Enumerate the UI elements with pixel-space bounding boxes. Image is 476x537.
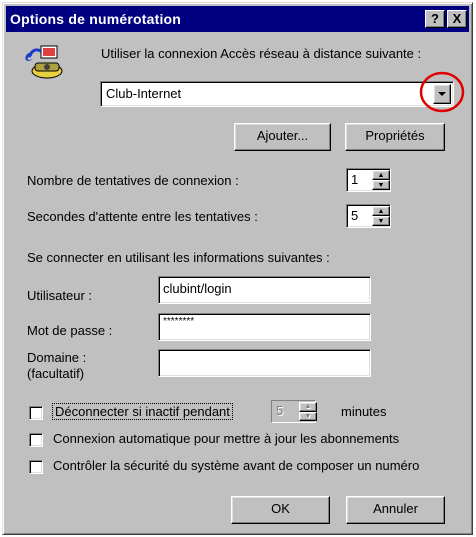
title-bar[interactable]: Options de numérotation ? X	[6, 6, 469, 32]
window-title: Options de numérotation	[10, 11, 182, 27]
idle-minutes-spinner[interactable]: ▲ ▼	[299, 402, 317, 421]
close-button[interactable]: X	[447, 10, 467, 28]
password-input[interactable]: ********	[158, 313, 371, 341]
disconnect-label: Déconnecter si inactif pendant	[52, 403, 233, 420]
attempts-label: Nombre de tentatives de connexion :	[27, 173, 239, 188]
attempts-spinner[interactable]: ▲ ▼	[372, 170, 390, 190]
user-input[interactable]: clubint/login	[158, 276, 371, 304]
auto-connect-checkbox[interactable]	[29, 433, 43, 447]
spin-up-icon[interactable]: ▲	[299, 402, 317, 412]
highlight-circle	[419, 71, 465, 113]
user-label: Utilisateur :	[27, 288, 93, 303]
password-label: Mot de passe :	[27, 323, 113, 338]
wait-label: Secondes d'attente entre les tentatives …	[27, 209, 258, 224]
help-button[interactable]: ?	[425, 10, 445, 28]
wait-spinner[interactable]: ▲ ▼	[372, 206, 390, 226]
domain-optional-label: (facultatif)	[27, 366, 85, 381]
connection-select-value: Club-Internet	[106, 86, 182, 101]
domain-input[interactable]	[158, 349, 371, 377]
spin-down-icon[interactable]: ▼	[372, 180, 390, 190]
ok-button[interactable]: OK	[231, 496, 330, 524]
minutes-label: minutes	[341, 404, 387, 419]
svg-text:e: e	[25, 46, 33, 65]
security-check-label: Contrôler la sécurité du système avant d…	[53, 458, 420, 473]
user-value: clubint/login	[163, 281, 232, 296]
properties-button[interactable]: Propriétés	[345, 123, 445, 151]
connection-select[interactable]: Club-Internet	[100, 81, 454, 107]
domain-label: Domaine :	[27, 350, 87, 365]
auto-connect-label: Connexion automatique pour mettre à jour…	[53, 431, 400, 446]
spin-up-icon[interactable]: ▲	[372, 170, 390, 180]
security-check-checkbox[interactable]	[29, 460, 43, 474]
connection-label: Utiliser la connexion Accès réseau à dis…	[101, 46, 422, 61]
cancel-button[interactable]: Annuler	[346, 496, 445, 524]
domain-value	[159, 350, 370, 358]
spin-down-icon[interactable]: ▼	[372, 216, 390, 226]
spin-down-icon[interactable]: ▼	[299, 411, 317, 421]
add-button[interactable]: Ajouter...	[234, 123, 331, 151]
spin-up-icon[interactable]: ▲	[372, 206, 390, 216]
disconnect-checkbox[interactable]	[29, 406, 43, 420]
dialing-options-dialog: Options de numérotation ? X e Utiliser l…	[2, 2, 473, 535]
network-connection-icon: e	[25, 45, 63, 79]
password-value: ********	[163, 316, 195, 327]
credentials-section-label: Se connecter en utilisant les informatio…	[27, 250, 330, 265]
